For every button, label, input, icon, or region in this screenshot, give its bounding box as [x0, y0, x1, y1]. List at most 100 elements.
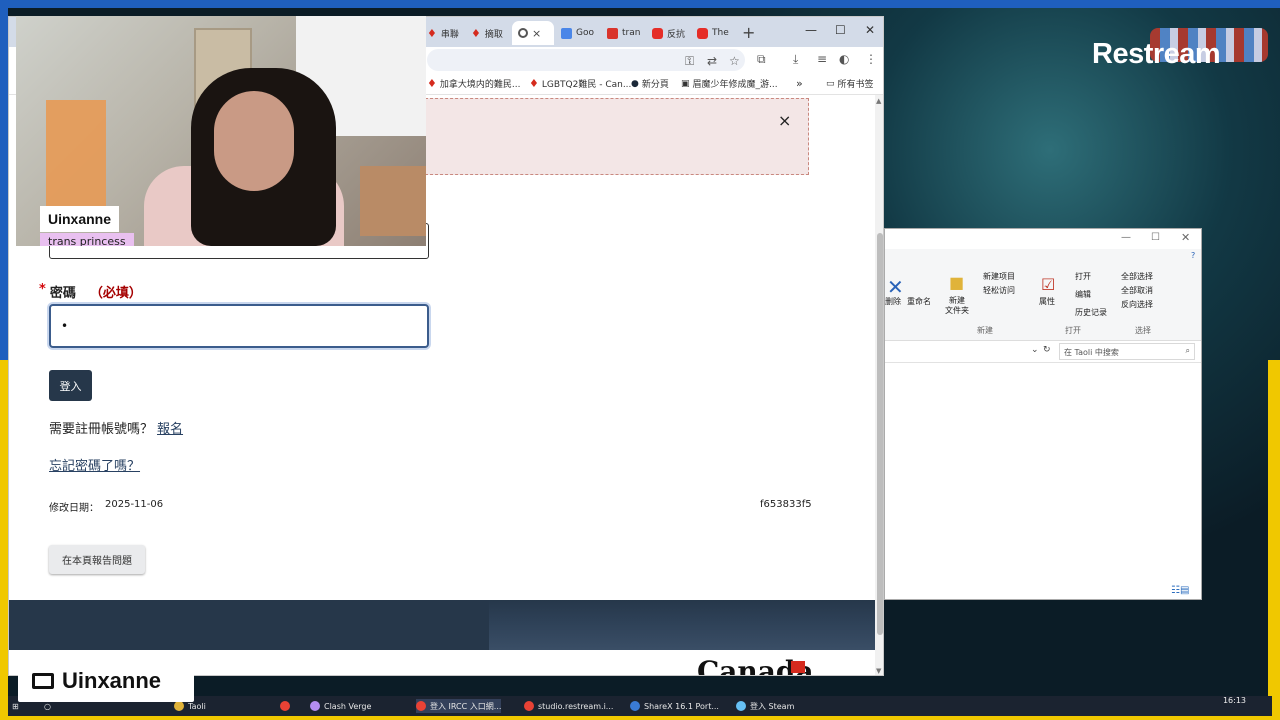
extensions-icon[interactable]: ⧉ [757, 52, 766, 67]
taskbar-item-steam[interactable]: 登入 Steam [736, 699, 794, 713]
maximize-icon[interactable]: ☐ [835, 23, 846, 37]
scroll-down-icon[interactable]: ▼ [876, 667, 881, 675]
maple-leaf-icon: ♦ [471, 26, 481, 40]
webcam-overlay: Uinxanne trans princess [16, 16, 426, 246]
rename-button[interactable]: 重命名 [907, 296, 931, 307]
profile-icon[interactable]: ◐ [839, 52, 849, 66]
taskbar-label: ShareX 16.1 Port... [644, 701, 719, 711]
steam-icon [736, 701, 746, 711]
report-problem-button[interactable]: 在本頁報告問題 [49, 545, 145, 574]
open-button[interactable]: 打开 [1075, 271, 1091, 282]
delete-button[interactable]: 删除 [885, 296, 901, 307]
minimize-icon[interactable]: — [805, 23, 817, 37]
taskbar-clock[interactable]: 16:13 [1223, 696, 1246, 706]
page-scrollbar[interactable]: ▲ ▼ [875, 95, 883, 675]
password-input[interactable] [49, 304, 429, 348]
maple-leaf-icon: ♦ [427, 77, 437, 90]
register-row: 需要註冊帳號嗎？ 報名 [49, 418, 183, 437]
all-bookmarks-button[interactable]: ▭ 所有书签 [826, 77, 874, 91]
new-item-button[interactable]: 新建项目 [983, 271, 1015, 282]
ribbon-group-new: 新建 [977, 326, 993, 335]
file-explorer-window[interactable]: — ☐ ✕ ✕ 删除 重命名 ■ 新建 文件夹 新建项目 轻松访问 ☑ 属性 打… [884, 228, 1202, 600]
select-none-button[interactable]: 全部取消 [1121, 285, 1153, 296]
youtube-icon [697, 27, 708, 39]
download-icon[interactable]: ⤓ [793, 52, 798, 67]
password-label: * 密碼 （必填） [39, 282, 142, 301]
explorer-titlebar[interactable]: — ☐ ✕ [885, 229, 1201, 249]
taskbar-item-ircc[interactable]: 登入 IRCC 入口網... [416, 699, 502, 713]
bookmark-label: 眉魔少年修成魔_游... [692, 80, 778, 90]
bookmark-item[interactable]: ▣ 眉魔少年修成魔_游... [681, 77, 778, 91]
search-placeholder: 在 Taoli 中搜索 [1064, 348, 1119, 357]
streamer-name-tag: Uinxanne [40, 206, 120, 232]
bookmark-item[interactable]: ♦ LGBTQ2難民 - Can... [529, 77, 631, 90]
minimize-icon[interactable]: — [1121, 232, 1131, 243]
invert-selection-button[interactable]: 反向选择 [1121, 299, 1153, 310]
bookmarks-overflow-button[interactable]: » [796, 77, 803, 90]
taskbar-item-restream[interactable]: studio.restream.i... [524, 699, 613, 713]
tab-5[interactable]: tran [607, 21, 640, 45]
chrome-icon [416, 701, 426, 711]
maximize-icon[interactable]: ☐ [1151, 232, 1160, 243]
scrollbar-thumb[interactable] [877, 233, 883, 635]
taskbar-item-clash[interactable]: Clash Verge [310, 699, 371, 713]
scroll-up-icon[interactable]: ▲ [876, 97, 881, 105]
new-folder-button[interactable]: 新建 文件夹 [945, 296, 969, 316]
windows-taskbar: ⊞ ○ Taoli Clash Verge 登入 IRCC 入口網... stu… [8, 696, 1272, 716]
star-icon[interactable]: ☆ [729, 54, 740, 68]
webcam-bag [46, 100, 106, 220]
modified-date: 2025-11-06 [105, 499, 164, 510]
stream-border-top [0, 0, 1280, 8]
close-icon[interactable]: × [778, 111, 791, 130]
edit-button[interactable]: 编辑 [1075, 289, 1091, 300]
monitor-icon [32, 673, 54, 689]
bookmark-item[interactable]: ● 新分頁 [631, 77, 669, 91]
taskbar-label: Clash Verge [324, 701, 372, 711]
stream-canvas: Restream — ☐ ✕ ✕ 删除 重命名 ■ 新建 文件夹 新建项目 轻松… [0, 0, 1280, 720]
properties-button[interactable]: 属性 [1039, 296, 1055, 307]
close-icon[interactable]: ✕ [865, 23, 875, 37]
date-modified: 修改日期： 2025-11-06 [49, 499, 163, 514]
ribbon-group-select: 选择 [1135, 326, 1151, 335]
tab-4[interactable]: Goo [561, 21, 594, 45]
taskbar-label: 登入 IRCC 入口網... [430, 701, 502, 711]
key-icon[interactable]: ⚿ [685, 54, 694, 69]
translate-icon[interactable]: ⇄ [707, 54, 717, 68]
help-icon[interactable]: ? [1191, 251, 1195, 260]
tab-close-icon[interactable]: × [532, 27, 541, 40]
refresh-icon[interactable]: ↻ [1043, 345, 1051, 355]
register-link[interactable]: 報名 [157, 418, 183, 437]
reading-list-icon[interactable]: ≡ [817, 52, 827, 66]
all-bookmarks-label: 所有书签 [837, 80, 874, 90]
bookmark-item[interactable]: ♦ 加拿大境内的難民... [427, 77, 520, 90]
bookmark-label: 新分頁 [641, 80, 669, 90]
chrome-icon [524, 701, 534, 711]
bookmark-label: LGBTQ2難民 - Can... [541, 80, 632, 90]
streamer-subtitle: trans princess [40, 233, 134, 246]
close-icon[interactable]: ✕ [1181, 231, 1190, 244]
login-button[interactable]: 登入 [49, 370, 92, 401]
tab-1[interactable]: ♦ 串聯 [427, 21, 459, 45]
chevron-down-icon[interactable]: ⌄ [1031, 345, 1039, 355]
bookmark-label: 加拿大境内的難民... [439, 80, 521, 90]
tab-7[interactable]: The [697, 21, 729, 45]
steam-icon: ● [631, 78, 639, 89]
explorer-search-input[interactable]: 在 Taoli 中搜索 ⌕ [1059, 343, 1195, 360]
taskbar-item-sharex[interactable]: ShareX 16.1 Port... [630, 699, 719, 713]
easy-access-button[interactable]: 轻松访问 [983, 285, 1015, 296]
address-bar[interactable]: ⚿ ⇄ ☆ [427, 49, 745, 71]
tab-active[interactable]: × [512, 21, 554, 45]
new-tab-button[interactable]: + [742, 23, 755, 42]
menu-icon[interactable]: ⋮ [865, 52, 877, 66]
forgot-password-link[interactable]: 忘記密碼了嗎？ [49, 455, 140, 474]
view-toggle-icon[interactable]: ☷▤ [1171, 585, 1189, 596]
modified-label: 修改日期： [49, 503, 99, 514]
error-alert: × [425, 98, 809, 175]
maple-leaf-icon: ♦ [529, 77, 539, 90]
tab-2[interactable]: ♦ 摘取 [471, 21, 503, 45]
history-button[interactable]: 历史记录 [1075, 307, 1107, 318]
folder-icon [174, 701, 184, 711]
taskbar-item-chrome[interactable] [280, 699, 290, 713]
select-all-button[interactable]: 全部选择 [1121, 271, 1153, 282]
tab-6[interactable]: 反抗 [652, 21, 685, 45]
